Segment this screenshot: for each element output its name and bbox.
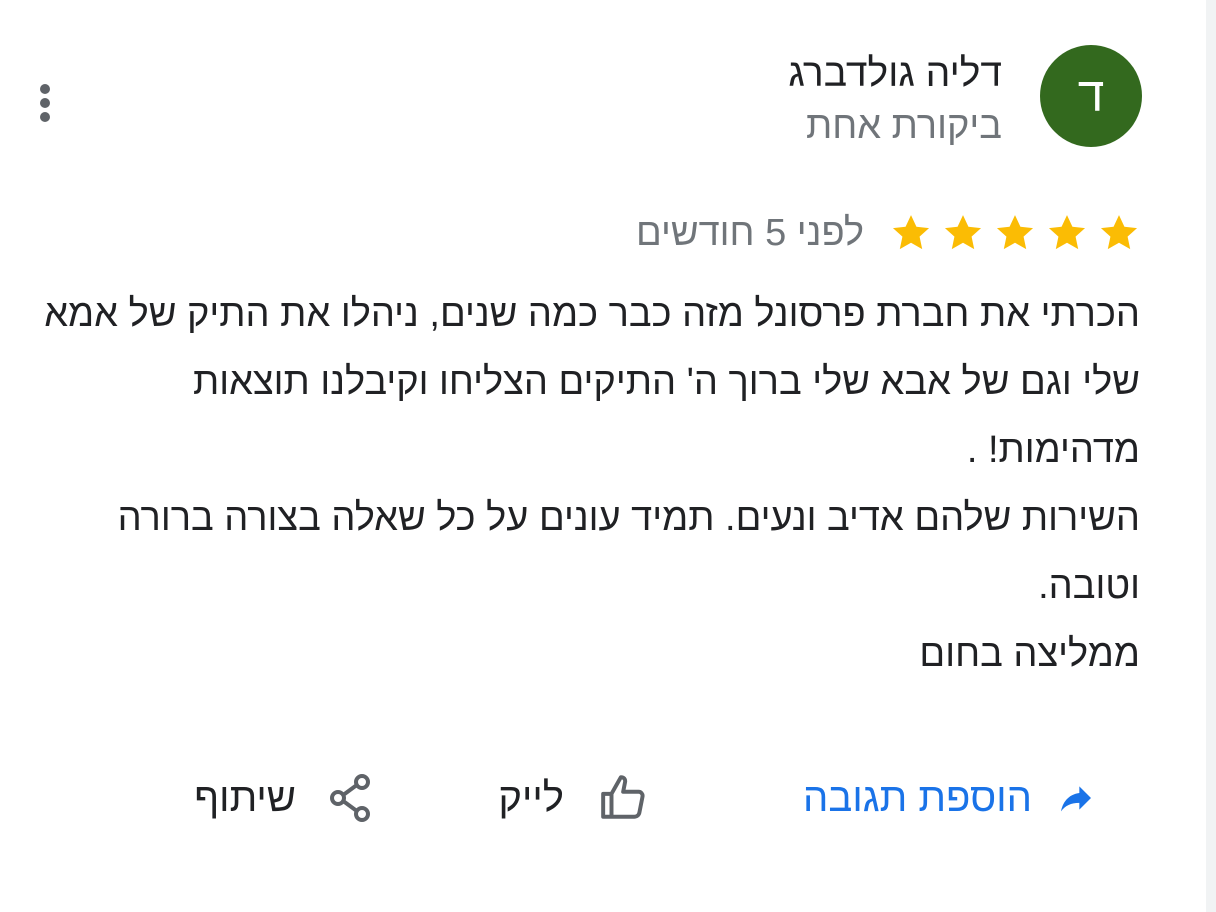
author-name[interactable]: דליה גולדברג xyxy=(788,50,1002,98)
more-vert-icon[interactable] xyxy=(28,80,62,126)
avatar[interactable]: ד xyxy=(1040,45,1142,147)
review-date: לפני 5 חודשים xyxy=(635,212,864,254)
star-icon xyxy=(1100,215,1138,250)
reply-icon xyxy=(1061,786,1091,812)
star-icon xyxy=(1048,215,1086,250)
review-text: הכרתי את חברת פרסונל מזה כבר כמה שנים, נ… xyxy=(40,280,1140,688)
review-paragraph: השירות שלהם אדיב ונעים. תמיד עונים על כל… xyxy=(117,497,1140,607)
menu-dot xyxy=(40,84,50,94)
thumb-up-icon xyxy=(601,775,645,819)
review-paragraph: ממליצה בחום xyxy=(919,633,1140,675)
star-icon xyxy=(944,215,982,250)
action-bar: הוספת תגובה לייק שיתוף xyxy=(0,770,1216,830)
rating-row: לפני 5 חודשים xyxy=(636,208,1140,258)
review-paragraph: הכרתי את חברת פרסונל מזה כבר כמה שנים, נ… xyxy=(44,293,1140,471)
star-icon xyxy=(892,215,930,250)
reply-label: הוספת תגובה xyxy=(803,776,1032,820)
author-review-count: ביקורת אחת xyxy=(806,105,1002,147)
share-icon xyxy=(330,774,370,822)
star-icon xyxy=(996,215,1034,250)
menu-dot xyxy=(40,112,50,122)
author-info: דליה גולדברג ביקורת אחת xyxy=(788,50,1002,150)
like-button[interactable]: לייק xyxy=(498,770,652,826)
share-button[interactable]: שיתוף xyxy=(194,770,374,826)
reply-button[interactable]: הוספת תגובה xyxy=(803,770,1098,826)
menu-dot xyxy=(40,98,50,108)
star-rating xyxy=(890,212,1140,254)
like-label: לייק xyxy=(498,776,564,820)
share-label: שיתוף xyxy=(194,776,296,820)
review-card: ד דליה גולדברג ביקורת אחת לפני 5 חודשים … xyxy=(0,0,1216,912)
avatar-letter: ד xyxy=(1077,69,1105,122)
